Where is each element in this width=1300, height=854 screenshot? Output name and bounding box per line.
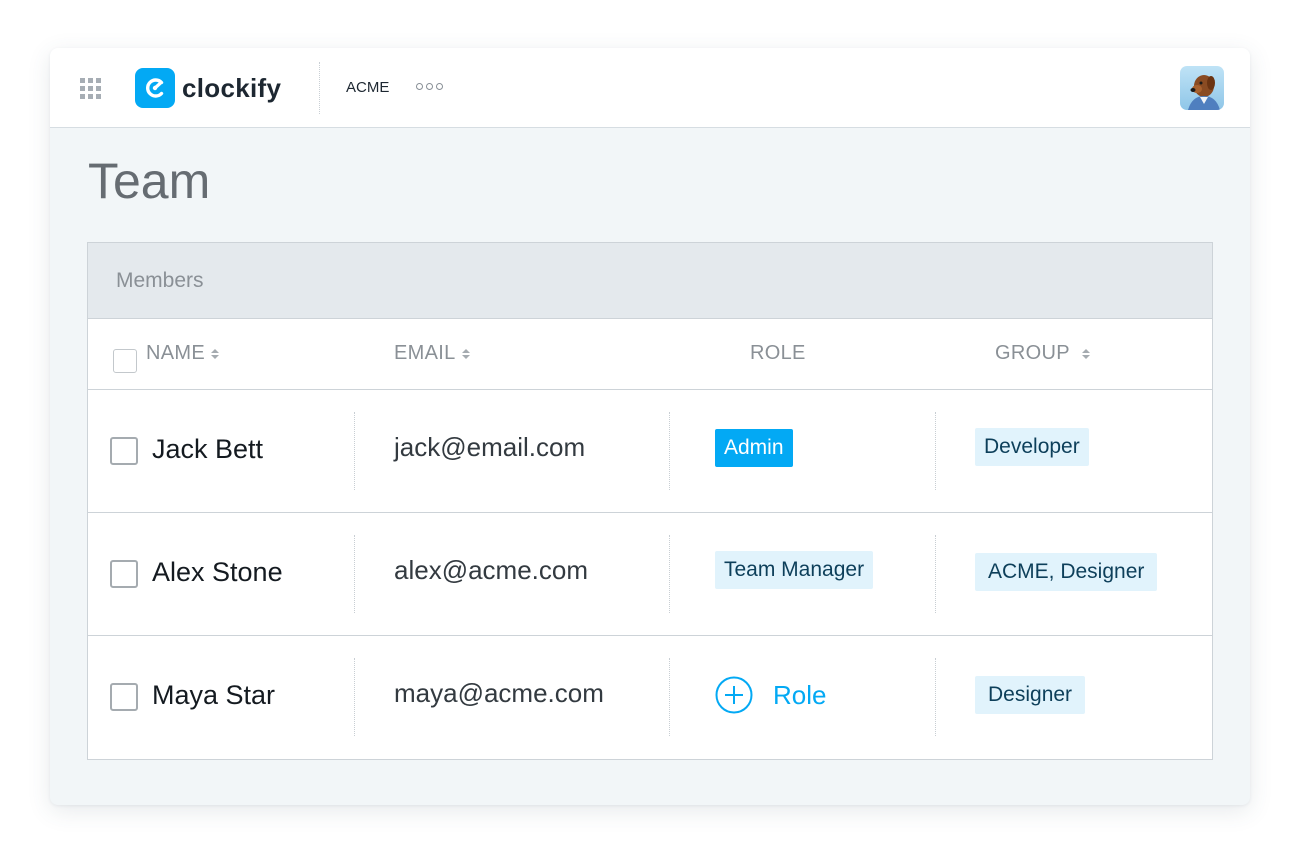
- column-header-name-label: NAME: [146, 342, 205, 364]
- select-all-checkbox[interactable]: [113, 349, 137, 373]
- column-divider: [935, 658, 936, 736]
- sort-icon[interactable]: [1081, 348, 1090, 359]
- add-role-button[interactable]: Role: [715, 676, 826, 714]
- table-row: Jack Bett jack@email.com Admin Developer: [88, 390, 1212, 513]
- column-header-name[interactable]: NAME: [146, 342, 219, 365]
- workspace-name[interactable]: ACME: [346, 79, 389, 96]
- more-horizontal-icon[interactable]: [416, 83, 443, 90]
- role-tag[interactable]: Team Manager: [715, 551, 874, 589]
- member-email: alex@acme.com: [394, 555, 589, 585]
- sort-icon[interactable]: [461, 348, 470, 359]
- column-divider: [354, 412, 355, 490]
- table-row: Alex Stone alex@acme.com Team Manager AC…: [88, 513, 1212, 636]
- clockify-logo-icon: [135, 68, 175, 108]
- column-divider: [669, 658, 670, 736]
- column-header-group[interactable]: GROUP: [995, 342, 1090, 365]
- members-card-header: Members: [88, 243, 1212, 319]
- grid-icon[interactable]: [80, 78, 104, 100]
- user-avatar[interactable]: [1180, 66, 1224, 110]
- column-header-role: ROLE: [750, 342, 806, 365]
- row-checkbox[interactable]: [110, 437, 138, 465]
- members-card: Members NAME EMAIL ROLE GROUP Jack Bett …: [87, 242, 1213, 760]
- member-name: Maya Star: [152, 680, 276, 710]
- divider: [319, 62, 320, 114]
- page-title: Team: [88, 153, 211, 209]
- role-tag[interactable]: Admin: [715, 429, 793, 467]
- logo-text: clockify: [182, 72, 282, 103]
- add-role-label: Role: [773, 679, 827, 710]
- row-checkbox[interactable]: [110, 560, 138, 588]
- group-tag[interactable]: Developer: [975, 428, 1089, 466]
- table-row: Maya Star maya@acme.com Role Designer: [88, 636, 1212, 759]
- member-email: maya@acme.com: [394, 678, 604, 708]
- clockify-logo[interactable]: clockify: [135, 68, 281, 108]
- column-divider: [935, 535, 936, 613]
- column-header-email-label: EMAIL: [394, 342, 456, 364]
- app-window: clockify ACME Team Members NAME EMAIL RO…: [50, 48, 1250, 805]
- member-name: Jack Bett: [152, 434, 264, 464]
- member-email: jack@email.com: [394, 432, 586, 462]
- column-divider: [669, 412, 670, 490]
- table-header: NAME EMAIL ROLE GROUP: [88, 319, 1212, 390]
- avatar-image: [1188, 75, 1220, 110]
- plus-circle-icon: [715, 676, 753, 714]
- column-divider: [669, 535, 670, 613]
- sort-icon[interactable]: [210, 348, 219, 359]
- top-navigation-bar: clockify ACME: [50, 48, 1250, 128]
- group-tag[interactable]: ACME, Designer: [975, 553, 1158, 591]
- column-header-role-label: ROLE: [750, 342, 806, 364]
- column-header-group-label: GROUP: [995, 342, 1070, 364]
- column-divider: [354, 658, 355, 736]
- member-name: Alex Stone: [152, 557, 283, 587]
- column-header-email[interactable]: EMAIL: [394, 342, 470, 365]
- column-divider: [935, 412, 936, 490]
- group-tag[interactable]: Designer: [975, 676, 1086, 714]
- column-divider: [354, 535, 355, 613]
- members-card-title: Members: [116, 268, 204, 292]
- row-checkbox[interactable]: [110, 683, 138, 711]
